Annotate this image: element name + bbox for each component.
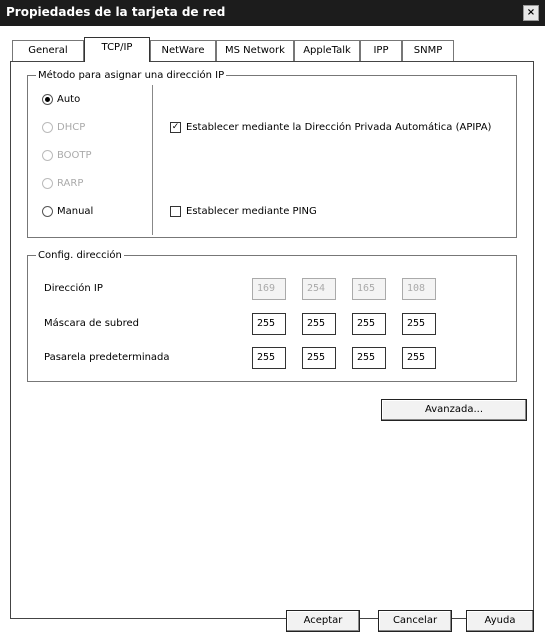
radio-rarp[interactable]: RARP <box>42 175 83 191</box>
address-legend: Config. dirección <box>38 250 122 261</box>
ping-checkbox-row[interactable]: Establecer mediante PING <box>170 203 317 219</box>
subnet-octet-3[interactable]: 255 <box>352 313 386 335</box>
radio-dhcp-button[interactable] <box>42 121 53 133</box>
radio-bootp-button[interactable] <box>42 149 53 161</box>
tab-tcpip[interactable]: TCP/IP <box>84 37 150 62</box>
radio-rarp-label: RARP <box>57 177 84 189</box>
cancel-button[interactable]: Cancelar <box>378 610 452 632</box>
tab-netware[interactable]: NetWare <box>150 40 216 61</box>
radio-auto-button[interactable] <box>42 93 53 105</box>
subnet-octet-1[interactable]: 255 <box>252 313 286 335</box>
ip-octet-3[interactable]: 165 <box>352 278 386 300</box>
ip-octet-4[interactable]: 108 <box>402 278 436 300</box>
tab-ipp[interactable]: IPP <box>360 40 402 61</box>
tab-strip: General TCP/IP NetWare MS Network AppleT… <box>12 37 532 62</box>
tab-ms-network[interactable]: MS Network <box>216 40 294 61</box>
ip-method-legend: Método para asignar una dirección IP <box>38 70 225 81</box>
help-button[interactable]: Ayuda <box>466 610 534 632</box>
close-icon[interactable]: × <box>523 5 539 21</box>
radio-dhcp[interactable]: DHCP <box>42 119 85 135</box>
window-title: Propiedades de la tarjeta de red <box>6 5 226 19</box>
gateway-octet-1[interactable]: 255 <box>252 347 286 369</box>
radio-auto[interactable]: Auto <box>42 91 80 107</box>
radio-manual[interactable]: Manual <box>42 203 93 219</box>
advanced-button[interactable]: Avanzada... <box>381 399 527 421</box>
ip-method-group: Método para asignar una dirección IP Aut… <box>27 70 517 238</box>
ip-octet-2[interactable]: 254 <box>302 278 336 300</box>
radio-manual-label: Manual <box>57 205 94 217</box>
title-bar: Propiedades de la tarjeta de red × <box>0 0 545 26</box>
radio-dhcp-label: DHCP <box>57 121 86 133</box>
tab-snmp[interactable]: SNMP <box>402 40 454 61</box>
properties-dialog: Propiedades de la tarjeta de red × Gener… <box>0 0 545 638</box>
radio-auto-label: Auto <box>57 93 81 105</box>
subnet-octet-2[interactable]: 255 <box>302 313 336 335</box>
gateway-octet-3[interactable]: 255 <box>352 347 386 369</box>
ping-checkbox[interactable] <box>170 205 181 217</box>
tcpip-panel: Método para asignar una dirección IP Aut… <box>10 61 534 619</box>
radio-rarp-button[interactable] <box>42 177 53 189</box>
tab-general[interactable]: General <box>12 40 84 61</box>
subnet-octet-4[interactable]: 255 <box>402 313 436 335</box>
radio-manual-button[interactable] <box>42 205 53 217</box>
apipa-checkbox-label: Establecer mediante la Dirección Privada… <box>186 121 492 133</box>
radio-bootp[interactable]: BOOTP <box>42 147 92 163</box>
radio-bootp-label: BOOTP <box>57 149 92 161</box>
apipa-checkbox[interactable]: ✓ <box>170 121 181 133</box>
gateway-label: Pasarela predeterminada <box>44 352 170 363</box>
subnet-mask-label: Máscara de subred <box>44 318 139 329</box>
ok-button[interactable]: Aceptar <box>286 610 360 632</box>
group-divider <box>152 85 153 235</box>
ip-octet-1[interactable]: 169 <box>252 278 286 300</box>
gateway-octet-2[interactable]: 255 <box>302 347 336 369</box>
ping-checkbox-label: Establecer mediante PING <box>186 205 317 217</box>
ip-address-label: Dirección IP <box>44 283 103 294</box>
apipa-checkbox-row[interactable]: ✓ Establecer mediante la Dirección Priva… <box>170 119 491 135</box>
address-group: Config. dirección Dirección IP 169 254 1… <box>27 250 517 382</box>
tab-appletalk[interactable]: AppleTalk <box>294 40 360 61</box>
gateway-octet-4[interactable]: 255 <box>402 347 436 369</box>
